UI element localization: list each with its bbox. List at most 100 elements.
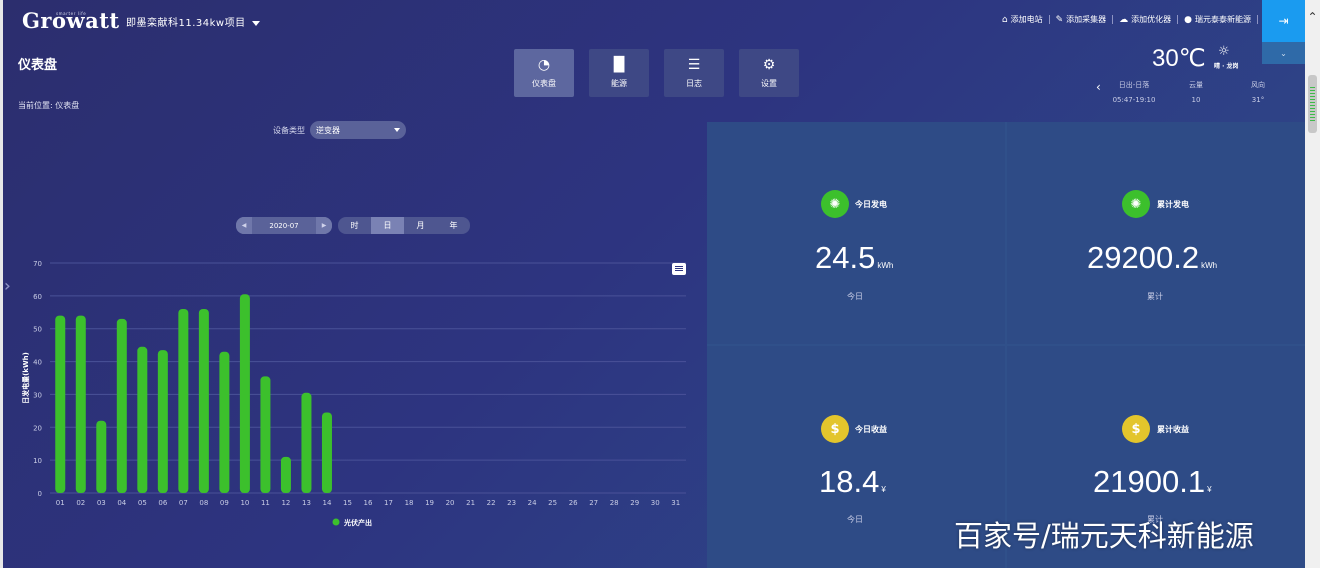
bar [55, 315, 66, 493]
bar [96, 420, 107, 493]
log-icon: ☰ [687, 57, 701, 73]
weather-label: 云量 [1189, 81, 1203, 89]
stat-value: 24.5 kWh [815, 240, 893, 276]
x-tick-label: 17 [384, 499, 393, 507]
y-tick-label: 50 [33, 326, 42, 334]
stat-label: 累计收益 [1157, 425, 1189, 434]
user-icon: ● [1184, 14, 1192, 25]
x-tick-label: 01 [56, 499, 65, 507]
stat-label: 今日发电 [855, 200, 887, 209]
divider [1257, 15, 1258, 24]
period-month[interactable]: 月 [404, 217, 437, 234]
x-tick-label: 04 [117, 499, 126, 507]
weather-label: 日出-日落 [1118, 81, 1150, 89]
chevron-down-icon [394, 128, 400, 132]
x-tick-label: 09 [220, 499, 229, 507]
stat-sub: 今日 [847, 515, 863, 524]
weather-value: 10 [1191, 96, 1201, 104]
x-tick-label: 27 [589, 499, 598, 507]
device-type-select[interactable]: 逆变器 [310, 121, 406, 139]
weather-sun: 日出-日落 05:47-19:10 [1110, 80, 1158, 104]
bar [321, 412, 332, 493]
breadcrumb: 当前位置: 仪表盘 [18, 101, 80, 110]
x-tick-label: 03 [97, 499, 106, 507]
scroll-up-icon[interactable]: ⌃ [1305, 10, 1320, 24]
gear-icon: ⚙ [762, 57, 776, 73]
logout-icon: ⇥ [1278, 14, 1289, 28]
weather-value: 05:47-19:10 [1112, 96, 1156, 104]
account-link[interactable]: ● 瑞元泰泰新能源 [1178, 14, 1257, 25]
tab-log[interactable]: ☰ 日志 [664, 49, 724, 97]
next-date-icon[interactable]: ▶ [316, 217, 332, 234]
period-year[interactable]: 年 [437, 217, 470, 234]
x-tick-label: 18 [405, 499, 414, 507]
bar [260, 376, 271, 493]
bar [301, 392, 312, 493]
stat-number: 24.5 [815, 240, 876, 275]
gauge-icon: ◔ [537, 57, 551, 73]
period-hour[interactable]: 时 [338, 217, 371, 234]
add-collector-link[interactable]: ✎ 添加采集器 [1050, 14, 1113, 25]
add-optimizer-link[interactable]: ☁ 添加优化器 [1113, 14, 1177, 25]
coin-icon: $ [821, 415, 849, 443]
period-toggle: 时 日 月 年 [338, 217, 470, 234]
y-tick-label: 40 [33, 359, 42, 367]
x-tick-label: 15 [343, 499, 352, 507]
bar [239, 294, 250, 493]
x-tick-label: 20 [446, 499, 455, 507]
expand-button[interactable]: ⌄ [1262, 42, 1305, 64]
stat-unit: kWh [1201, 261, 1218, 270]
tab-settings[interactable]: ⚙ 设置 [739, 49, 799, 97]
period-day[interactable]: 日 [371, 217, 404, 234]
stat-number: 29200.2 [1087, 240, 1200, 275]
stat-sub: 累计 [1147, 292, 1163, 301]
energy-icon: ✺ [821, 190, 849, 218]
bar [75, 315, 86, 493]
tab-energy[interactable]: ▐▌ 能源 [589, 49, 649, 97]
x-tick-label: 25 [548, 499, 557, 507]
energy-icon: ✺ [1122, 190, 1150, 218]
add-collector-label: 添加采集器 [1066, 15, 1107, 24]
main-nav: ◔ 仪表盘 ▐▌ 能源 ☰ 日志 ⚙ 设置 [514, 49, 814, 97]
bar [219, 351, 230, 493]
scrollbar[interactable]: ⌃ [1305, 0, 1320, 568]
device-type-label: 设备类型 [273, 126, 305, 135]
x-tick-label: 06 [158, 499, 167, 507]
page-title: 仪表盘 [18, 58, 58, 73]
scroll-thumb[interactable] [1308, 75, 1317, 133]
x-tick-label: 31 [671, 499, 680, 507]
sun-icon: ☼ [1218, 44, 1230, 59]
add-station-link[interactable]: ⌂ 添加电站 [996, 14, 1049, 25]
y-tick-label: 60 [33, 293, 42, 301]
tab-label: 设置 [761, 79, 777, 88]
date-value[interactable]: 2020-07 [252, 222, 316, 230]
logout-button[interactable]: ⇥ [1262, 0, 1305, 42]
y-tick-label: 20 [33, 424, 42, 432]
weather-label: 风向 [1251, 81, 1265, 89]
x-tick-label: 28 [610, 499, 619, 507]
legend-marker [332, 518, 340, 526]
account-label: 瑞元泰泰新能源 [1195, 15, 1251, 24]
weather-wind: 风向 31° [1244, 80, 1272, 104]
prev-date-icon[interactable]: ◀ [236, 217, 252, 234]
chevron-left-icon[interactable]: ‹ [1096, 80, 1101, 94]
project-name: 即墨栾献科11.34kw项目 [126, 18, 246, 29]
x-tick-label: 12 [281, 499, 290, 507]
bar [198, 309, 209, 493]
chart-menu-icon[interactable] [672, 263, 686, 275]
x-tick-label: 13 [302, 499, 311, 507]
pencil-icon: ✎ [1055, 14, 1064, 25]
y-tick-label: 0 [38, 490, 42, 498]
add-optimizer-label: 添加优化器 [1131, 15, 1172, 24]
stat-sub: 今日 [847, 292, 863, 301]
x-tick-label: 07 [179, 499, 188, 507]
daily-energy-chart: 0 10 20 30 40 50 60 70 01 02 03 04 05 06 07 08 09 10 11 12 1… [21, 260, 686, 527]
tab-label: 仪表盘 [532, 79, 556, 88]
date-picker: ◀ 2020-07 ▶ [236, 217, 332, 234]
project-selector[interactable]: 即墨栾献科11.34kw项目 [126, 14, 260, 29]
y-tick-label: 10 [33, 457, 42, 465]
stat-label: 累计发电 [1157, 200, 1189, 209]
tab-dashboard[interactable]: ◔ 仪表盘 [514, 49, 574, 97]
x-tick-label: 30 [651, 499, 660, 507]
stat-unit: ¥ [881, 485, 886, 494]
